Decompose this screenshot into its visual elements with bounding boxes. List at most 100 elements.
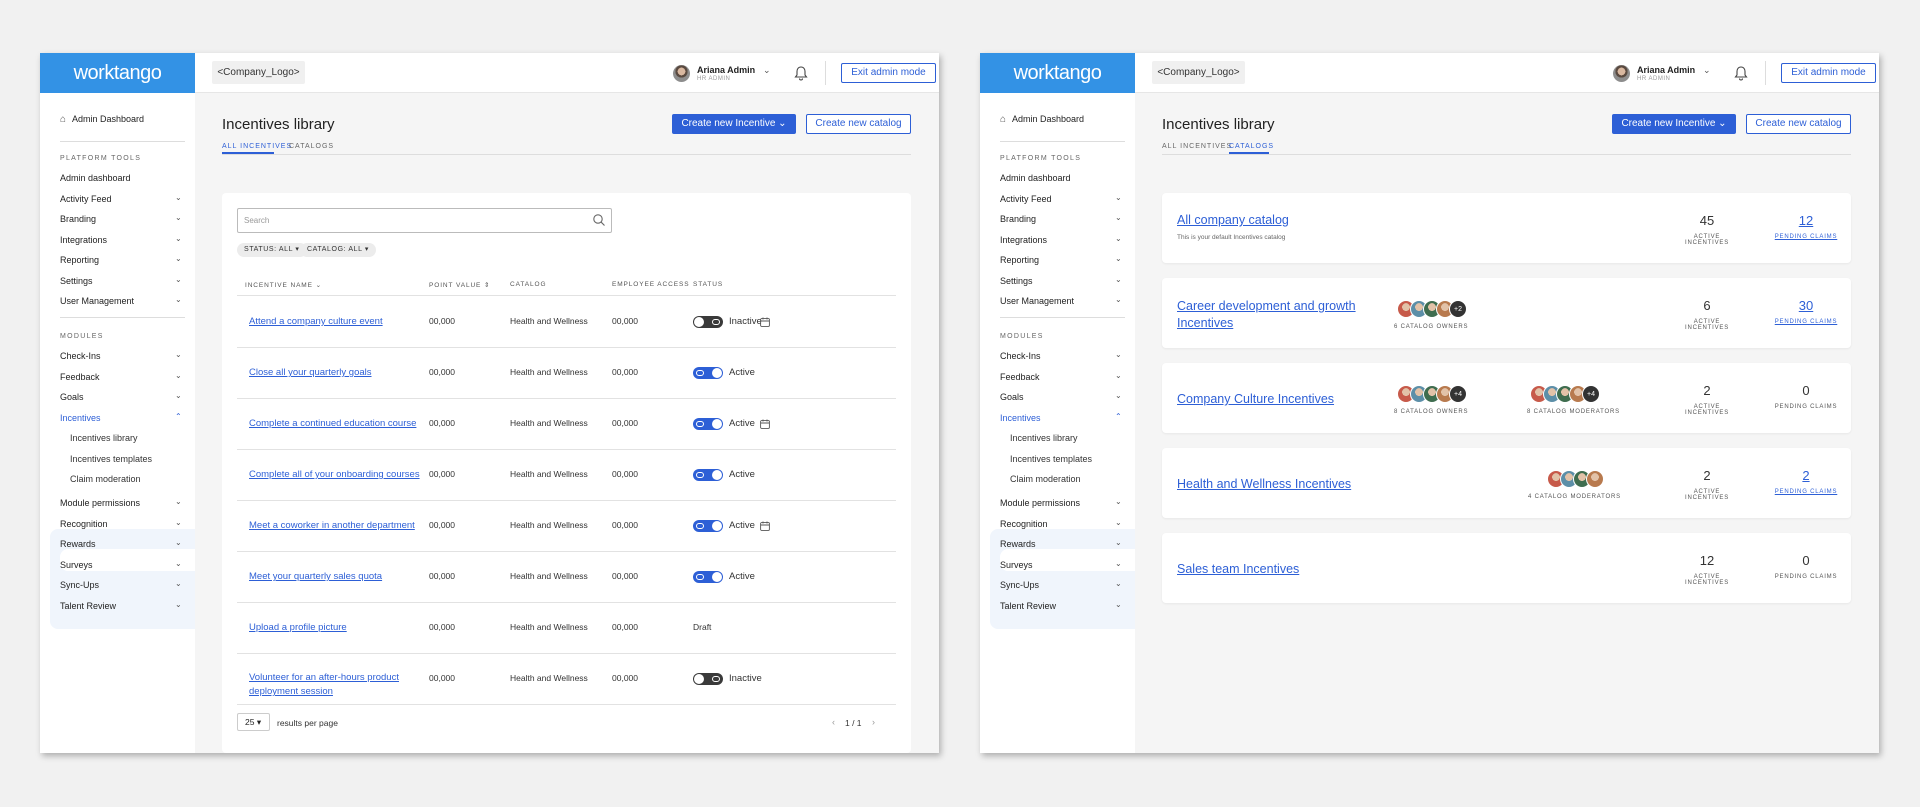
header-point-value[interactable]: POINT VALUE ⇕ (429, 281, 490, 289)
create-incentive-button[interactable]: Create new Incentive ⌄ (1612, 114, 1736, 134)
catalog-card[interactable]: Career development and growth Incentives… (1162, 278, 1851, 348)
sidebar-item-incentives-library[interactable]: Incentives library (70, 433, 138, 443)
status-toggle-active[interactable] (693, 469, 723, 481)
sidebar-item-recognition[interactable]: Recognition (1000, 519, 1048, 529)
sidebar-item-talent-review[interactable]: Talent Review (1000, 601, 1056, 611)
sidebar-item-feedback[interactable]: Feedback (60, 372, 100, 382)
sidebar-item-admin-dashboard[interactable]: Admin dashboard (60, 173, 131, 183)
status-toggle-active[interactable] (693, 520, 723, 532)
table-row[interactable]: Complete a continued education course 00,… (222, 398, 911, 449)
chevron-down-icon[interactable]: ⌄ (1703, 65, 1711, 76)
sidebar-item-check-ins[interactable]: Check-Ins (60, 351, 101, 361)
chevron-down-icon[interactable]: ⌄ (175, 600, 182, 609)
incentive-name-link[interactable]: Volunteer for an after-hours product dep… (249, 671, 414, 699)
incentive-name-link[interactable]: Close all your quarterly goals (249, 366, 372, 380)
sidebar-item-claim-moderation[interactable]: Claim moderation (1010, 474, 1081, 484)
chevron-up-icon[interactable]: ⌃ (175, 412, 182, 421)
chevron-down-icon[interactable]: ⌄ (175, 371, 182, 380)
sidebar-item-claim-moderation[interactable]: Claim moderation (70, 474, 141, 484)
status-toggle-inactive[interactable] (693, 673, 723, 685)
status-toggle-active[interactable] (693, 418, 723, 430)
bell-icon[interactable] (1733, 65, 1749, 81)
sidebar-item-admin-dashboard-home[interactable]: ⌂ Admin Dashboard (60, 114, 144, 125)
catalog-title-link[interactable]: Health and Wellness Incentives (1177, 476, 1351, 493)
sidebar-item-reporting[interactable]: Reporting (60, 255, 99, 265)
incentive-name-link[interactable]: Meet your quarterly sales quota (249, 570, 382, 584)
results-per-page-select[interactable]: 25 ▾ (237, 713, 270, 731)
chevron-down-icon[interactable]: ⌄ (175, 295, 182, 304)
status-filter[interactable]: STATUS: ALL ▾ (237, 243, 307, 257)
sidebar-item-feedback[interactable]: Feedback (1000, 372, 1040, 382)
chevron-down-icon[interactable]: ⌄ (175, 234, 182, 243)
sidebar-item-user-management[interactable]: User Management (1000, 296, 1074, 306)
search-icon[interactable] (592, 213, 606, 227)
table-row[interactable]: Meet your quarterly sales quota 00,000 Hea… (222, 551, 911, 602)
table-row[interactable]: Attend a company culture event 00,000 Heal… (222, 296, 911, 347)
search-input[interactable]: Search (237, 208, 612, 233)
chevron-down-icon[interactable]: ⌄ (1115, 371, 1122, 380)
sidebar-item-incentives-templates[interactable]: Incentives templates (1010, 454, 1092, 464)
incentive-name-link[interactable]: Complete a continued education course (249, 417, 416, 431)
sidebar-item-incentives-library[interactable]: Incentives library (1010, 433, 1078, 443)
tab-all-incentives[interactable]: ALL INCENTIVES (222, 143, 292, 150)
catalog-filter[interactable]: CATALOG: ALL ▾ (300, 243, 376, 257)
catalog-card[interactable]: Sales team Incentives 12 ACTIVE INCENTIVES… (1162, 533, 1851, 603)
chevron-down-icon[interactable]: ⌄ (1115, 254, 1122, 263)
sidebar-item-goals[interactable]: Goals (1000, 392, 1024, 402)
sidebar-item-settings[interactable]: Settings (1000, 276, 1033, 286)
sidebar-item-incentives-templates[interactable]: Incentives templates (70, 454, 152, 464)
pending-claims-count[interactable]: 2 (1771, 468, 1841, 483)
chevron-down-icon[interactable]: ⌄ (1115, 275, 1122, 284)
sidebar-item-module-permissions[interactable]: Module permissions (60, 498, 140, 508)
pending-claims-count[interactable]: 12 (1771, 213, 1841, 228)
table-row[interactable]: Volunteer for an after-hours product dep… (222, 653, 911, 704)
sidebar-item-incentives[interactable]: Incentives (1000, 413, 1041, 423)
calendar-icon[interactable] (760, 317, 770, 327)
table-row[interactable]: Upload a profile picture 00,000 Health and… (222, 602, 911, 653)
pending-claims-label[interactable]: PENDING CLAIMS (1771, 319, 1841, 325)
user-menu[interactable]: Ariana Admin HR ADMIN ⌄ (1613, 63, 1713, 85)
incentive-name-link[interactable]: Complete all of your onboarding courses (249, 468, 420, 482)
sidebar-item-admin-dashboard[interactable]: Admin dashboard (1000, 173, 1071, 183)
chevron-up-icon[interactable]: ⌃ (1115, 412, 1122, 421)
catalog-card[interactable]: Company Culture Incentives +4 8 CATALOG OW… (1162, 363, 1851, 433)
sidebar-item-sync-ups[interactable]: Sync-Ups (1000, 580, 1039, 590)
chevron-down-icon[interactable]: ⌄ (175, 391, 182, 400)
chevron-down-icon[interactable]: ⌄ (175, 213, 182, 222)
sidebar-item-activity-feed[interactable]: Activity Feed (1000, 194, 1052, 204)
sidebar-item-rewards[interactable]: Rewards (1000, 539, 1036, 549)
catalog-title-link[interactable]: All company catalog (1177, 212, 1289, 229)
chevron-down-icon[interactable]: ⌄ (175, 538, 182, 547)
catalog-card[interactable]: All company catalog This is your default … (1162, 193, 1851, 263)
sidebar-item-check-ins[interactable]: Check-Ins (1000, 351, 1041, 361)
table-row[interactable]: Complete all of your onboarding courses 0… (222, 449, 911, 500)
incentive-name-link[interactable]: Attend a company culture event (249, 315, 383, 329)
chevron-down-icon[interactable]: ⌄ (1115, 559, 1122, 568)
sort-icon[interactable]: ⇕ (481, 282, 490, 289)
create-catalog-button[interactable]: Create new catalog (1746, 114, 1851, 134)
chevron-down-icon[interactable]: ⌄ (175, 497, 182, 506)
chevron-down-icon[interactable]: ⌄ (1115, 600, 1122, 609)
sidebar-item-settings[interactable]: Settings (60, 276, 93, 286)
catalog-title-link[interactable]: Career development and growth Incentives (1177, 298, 1377, 332)
sidebar-item-surveys[interactable]: Surveys (60, 560, 93, 570)
catalog-title-link[interactable]: Sales team Incentives (1177, 561, 1299, 578)
calendar-icon[interactable] (760, 521, 770, 531)
bell-icon[interactable] (793, 65, 809, 81)
chevron-down-icon[interactable]: ⌄ (1115, 497, 1122, 506)
chevron-down-icon[interactable]: ⌄ (1115, 234, 1122, 243)
chevron-down-icon[interactable]: ⌄ (1115, 295, 1122, 304)
prev-page-icon[interactable]: ‹ (832, 717, 835, 727)
sidebar-item-rewards[interactable]: Rewards (60, 539, 96, 549)
next-page-icon[interactable]: › (872, 717, 875, 727)
exit-admin-button[interactable]: Exit admin mode (841, 63, 936, 83)
sidebar-item-incentives[interactable]: Incentives (60, 413, 101, 423)
pending-claims-label[interactable]: PENDING CLAIMS (1771, 489, 1841, 495)
sidebar-item-user-management[interactable]: User Management (60, 296, 134, 306)
chevron-down-icon[interactable]: ⌄ (175, 193, 182, 202)
sidebar-item-recognition[interactable]: Recognition (60, 519, 108, 529)
chevron-down-icon[interactable]: ⌄ (175, 559, 182, 568)
sort-icon[interactable]: ⌄ (313, 282, 322, 289)
brand-logo[interactable]: worktango (40, 53, 195, 93)
tab-catalogs[interactable]: CATALOGS (289, 143, 334, 150)
